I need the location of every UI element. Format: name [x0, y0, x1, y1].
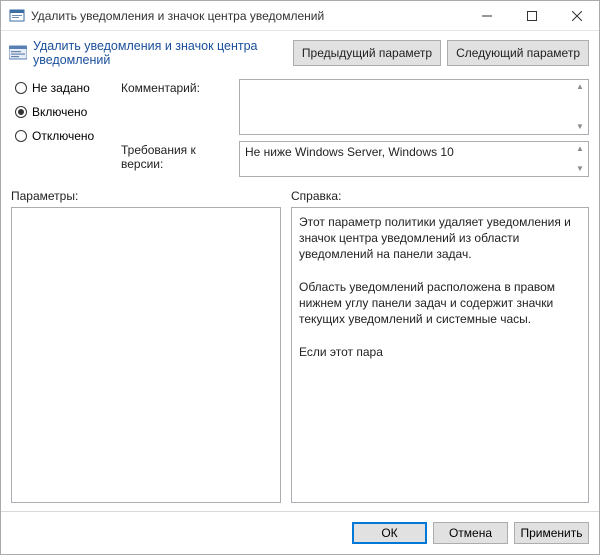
fields-column: Комментарий: ▲ ▼ Требования к версии: Не… [121, 79, 589, 177]
header-row: Удалить уведомления и значок центра увед… [1, 31, 599, 75]
titlebar: Удалить уведомления и значок центра увед… [1, 1, 599, 31]
maximize-button[interactable] [509, 1, 554, 30]
scroll-up-icon[interactable]: ▲ [574, 144, 586, 154]
comment-textarea[interactable]: ▲ ▼ [239, 79, 589, 135]
comment-row: Комментарий: ▲ ▼ [121, 79, 589, 135]
policy-title: Удалить уведомления и значок центра увед… [33, 39, 287, 67]
minimize-button[interactable] [464, 1, 509, 30]
close-button[interactable] [554, 1, 599, 30]
ok-button[interactable]: ОК [352, 522, 427, 544]
cancel-button[interactable]: Отмена [433, 522, 508, 544]
parameters-panel[interactable] [11, 207, 281, 503]
help-label: Справка: [291, 189, 589, 203]
next-setting-button[interactable]: Следующий параметр [447, 40, 589, 66]
radio-label: Не задано [32, 81, 90, 95]
mid-labels: Параметры: Справка: [1, 185, 599, 207]
version-textbox: Не ниже Windows Server, Windows 10 ▲ ▼ [239, 141, 589, 177]
radio-enabled[interactable]: Включено [15, 105, 111, 119]
policy-icon [9, 45, 27, 61]
state-radio-group: Не задано Включено Отключено [15, 79, 111, 177]
scroll-down-icon[interactable]: ▼ [574, 122, 586, 132]
radio-not-configured[interactable]: Не задано [15, 81, 111, 95]
dialog-window: Удалить уведомления и значок центра увед… [0, 0, 600, 555]
comment-label: Комментарий: [121, 79, 231, 135]
scroll-up-icon[interactable]: ▲ [574, 82, 586, 92]
radio-disabled[interactable]: Отключено [15, 129, 111, 143]
footer: ОК Отмена Применить [1, 511, 599, 554]
radio-icon [15, 106, 27, 118]
version-label: Требования к версии: [121, 141, 231, 177]
help-panel[interactable]: Этот параметр политики удаляет уведомлен… [291, 207, 589, 503]
radio-icon [15, 130, 27, 142]
apply-button[interactable]: Применить [514, 522, 589, 544]
version-text: Не ниже Windows Server, Windows 10 [245, 145, 454, 159]
window-title: Удалить уведомления и значок центра увед… [31, 9, 464, 23]
previous-setting-button[interactable]: Предыдущий параметр [293, 40, 441, 66]
scroll-down-icon[interactable]: ▼ [574, 164, 586, 174]
panels: Этот параметр политики удаляет уведомлен… [1, 207, 599, 511]
app-icon [9, 8, 25, 24]
radio-label: Отключено [32, 129, 94, 143]
window-controls [464, 1, 599, 30]
radio-icon [15, 82, 27, 94]
parameters-label: Параметры: [11, 189, 291, 203]
version-row: Требования к версии: Не ниже Windows Ser… [121, 141, 589, 177]
radio-label: Включено [32, 105, 87, 119]
config-block: Не задано Включено Отключено Комментарий… [1, 75, 599, 185]
